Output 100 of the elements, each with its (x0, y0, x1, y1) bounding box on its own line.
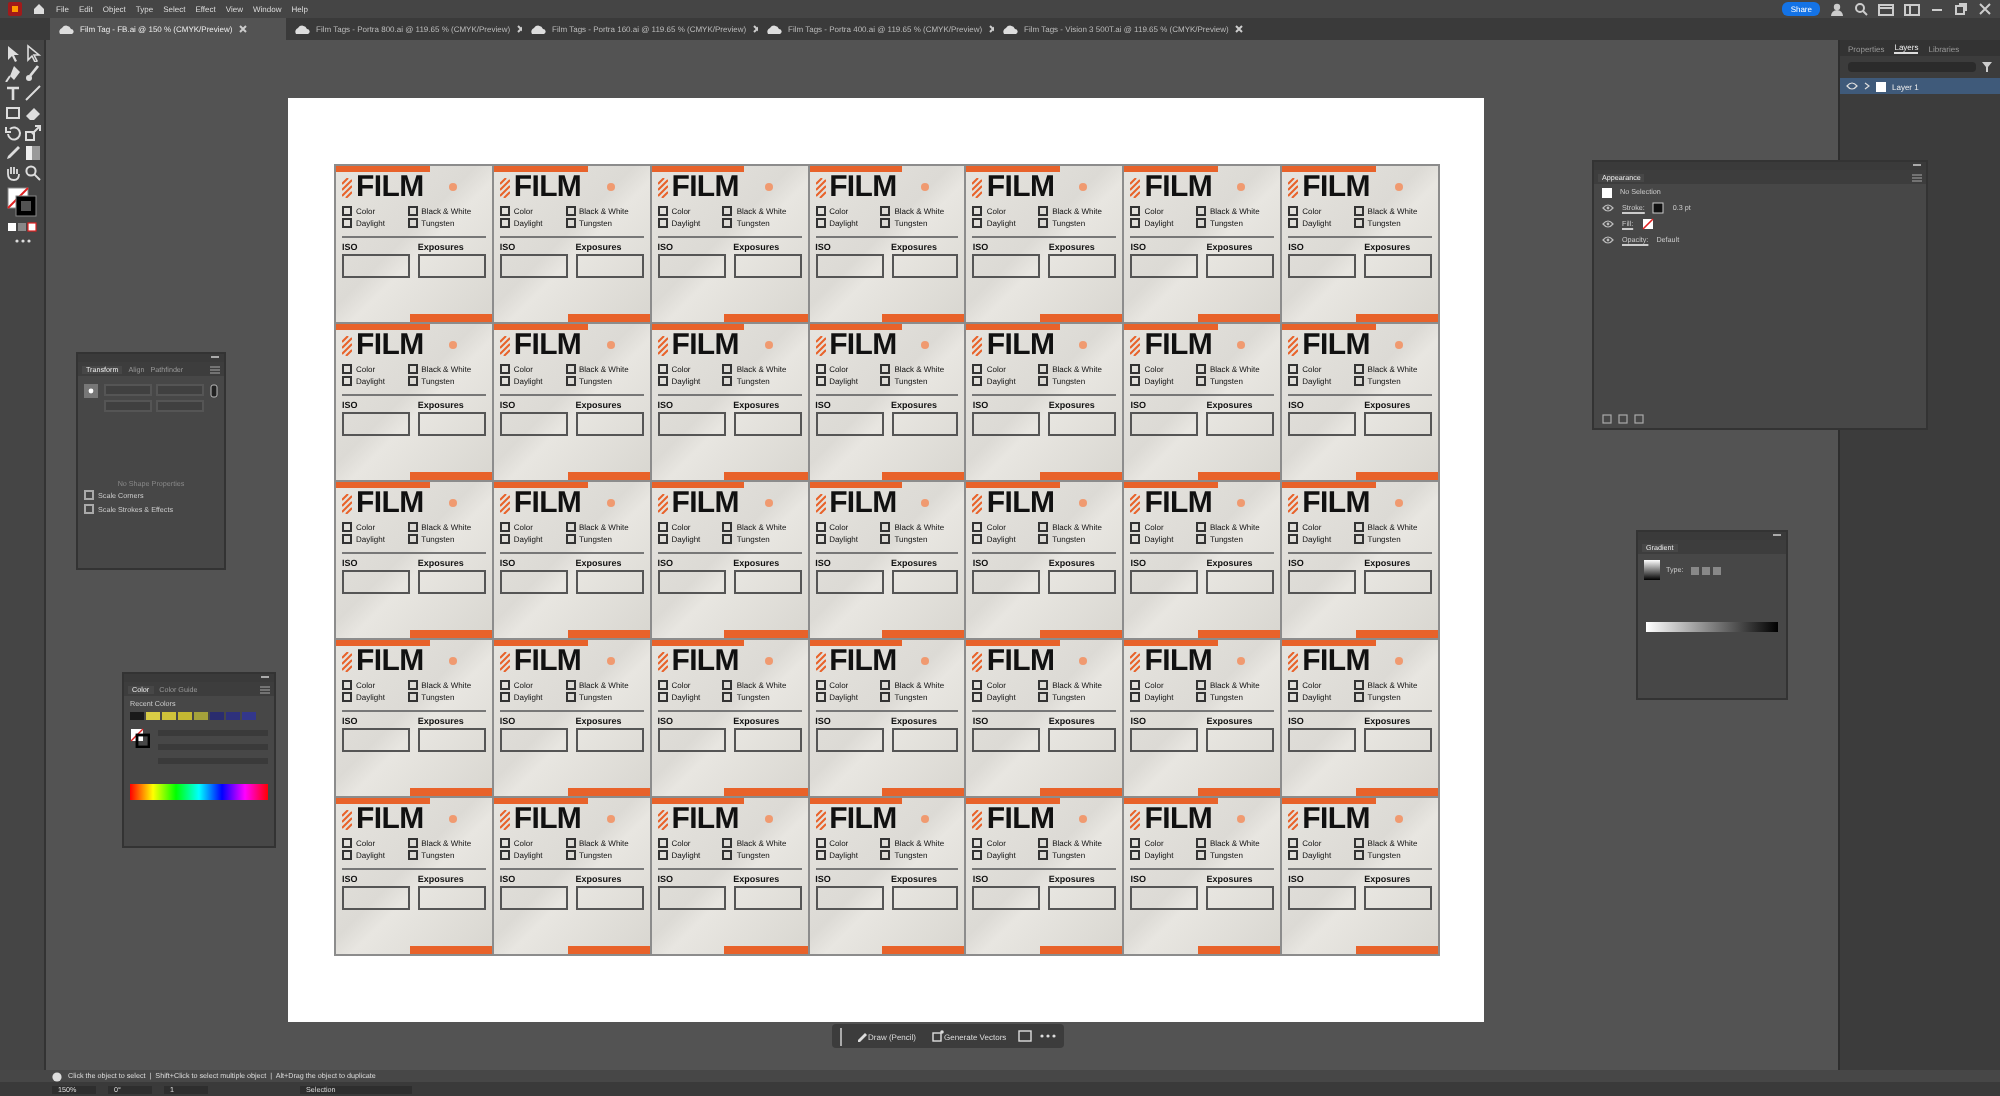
workspace-icon[interactable] (1878, 2, 1894, 16)
checkbox[interactable] (565, 850, 575, 860)
checkbox[interactable] (1130, 376, 1141, 386)
fill-in-box[interactable] (815, 254, 883, 278)
checkbox[interactable] (342, 850, 352, 860)
checkbox[interactable] (1353, 206, 1364, 216)
checkbox[interactable] (1195, 680, 1206, 690)
checkbox[interactable] (1288, 522, 1299, 532)
checkbox[interactable] (1038, 838, 1049, 848)
fill-in-box[interactable] (417, 728, 486, 752)
fill-in-box[interactable] (1288, 728, 1357, 752)
checkbox[interactable] (407, 522, 418, 532)
checkbox[interactable] (657, 218, 668, 228)
eye-icon[interactable] (1602, 204, 1614, 212)
checkbox[interactable] (1195, 218, 1206, 228)
checkbox[interactable] (1130, 218, 1141, 228)
checkbox[interactable] (407, 850, 418, 860)
collapse-icon[interactable] (1772, 533, 1782, 539)
checkbox[interactable] (657, 376, 668, 386)
checkbox[interactable] (972, 206, 983, 216)
fill-in-box[interactable] (499, 886, 568, 910)
search-icon[interactable] (1854, 2, 1868, 16)
checkbox[interactable] (1353, 522, 1364, 532)
eye-icon[interactable] (1846, 82, 1858, 90)
checkbox[interactable] (1038, 364, 1049, 374)
filter-icon[interactable] (1982, 62, 1992, 72)
checkbox[interactable] (1195, 206, 1206, 216)
selection-arrow-icon[interactable] (3, 44, 21, 62)
checkbox[interactable] (1195, 838, 1206, 848)
fill-in-box[interactable] (1048, 728, 1117, 752)
fill-in-box[interactable] (657, 570, 726, 594)
checkbox[interactable] (1288, 376, 1299, 386)
fill-in-box[interactable] (1364, 412, 1432, 436)
checkbox[interactable] (407, 364, 418, 374)
fill-in-box[interactable] (499, 570, 568, 594)
rotate-icon[interactable] (3, 124, 21, 142)
checkbox[interactable] (407, 680, 418, 690)
fill-in-box[interactable] (733, 570, 802, 594)
fill-in-box[interactable] (733, 412, 802, 436)
line-icon[interactable] (23, 84, 41, 102)
color-spectrum[interactable] (130, 784, 268, 800)
fill-in-box[interactable] (342, 254, 410, 278)
checkbox[interactable] (1038, 218, 1049, 228)
checkbox[interactable] (880, 692, 891, 702)
checkbox[interactable] (1038, 534, 1049, 544)
fill-in-box[interactable] (815, 570, 883, 594)
fill-in-box[interactable] (342, 886, 410, 910)
checkbox[interactable] (657, 364, 668, 374)
checkbox[interactable] (815, 522, 826, 532)
checkbox[interactable] (1195, 364, 1206, 374)
eye-icon[interactable] (1602, 236, 1614, 244)
checkbox[interactable] (657, 692, 668, 702)
checkbox[interactable] (815, 376, 826, 386)
checkbox[interactable] (972, 850, 983, 860)
checkbox[interactable] (815, 364, 826, 374)
restore-icon[interactable] (1954, 2, 1968, 16)
checkbox[interactable] (565, 206, 575, 216)
checkbox[interactable] (880, 522, 891, 532)
checkbox[interactable] (722, 838, 733, 848)
fill-in-box[interactable] (815, 412, 883, 436)
fill-in-box[interactable] (417, 886, 486, 910)
stroke-swatch-icon[interactable] (1652, 202, 1665, 214)
checkbox[interactable] (565, 218, 575, 228)
checkbox[interactable] (880, 206, 891, 216)
checkbox[interactable] (722, 218, 733, 228)
checkbox[interactable] (1130, 364, 1141, 374)
checkbox[interactable] (1288, 692, 1299, 702)
checkbox[interactable] (1195, 692, 1206, 702)
checkbox[interactable] (1130, 534, 1141, 544)
checkbox[interactable] (722, 692, 733, 702)
checkbox[interactable] (499, 692, 510, 702)
checkbox[interactable] (1038, 522, 1049, 532)
color-swatch[interactable] (178, 712, 192, 720)
checkbox[interactable] (499, 680, 510, 690)
checkbox[interactable] (1288, 206, 1299, 216)
checkbox[interactable] (1353, 534, 1364, 544)
collapse-icon[interactable] (1912, 163, 1922, 169)
scale-icon[interactable] (23, 124, 41, 142)
checkbox[interactable] (972, 376, 983, 386)
fill-in-box[interactable] (1288, 886, 1357, 910)
checkbox[interactable] (972, 680, 983, 690)
fill-in-box[interactable] (1130, 412, 1199, 436)
fill-in-box[interactable] (575, 886, 644, 910)
gradient-type-icon[interactable] (1689, 565, 1722, 575)
checkbox[interactable] (407, 838, 418, 848)
checkbox[interactable] (499, 218, 510, 228)
fill-in-box[interactable] (1048, 254, 1117, 278)
checkbox[interactable] (880, 218, 891, 228)
checkbox[interactable] (657, 850, 668, 860)
rectangle-icon[interactable] (3, 104, 21, 122)
checkbox[interactable] (342, 692, 352, 702)
fill-in-box[interactable] (499, 254, 568, 278)
checkbox[interactable] (1288, 534, 1299, 544)
checkbox[interactable] (1038, 376, 1049, 386)
fill-in-box[interactable] (1364, 728, 1432, 752)
checkbox[interactable] (1195, 534, 1206, 544)
checkbox[interactable] (657, 838, 668, 848)
checkbox[interactable] (722, 534, 733, 544)
delete-icon[interactable] (1634, 414, 1644, 424)
color-mode-icon[interactable] (6, 222, 38, 232)
